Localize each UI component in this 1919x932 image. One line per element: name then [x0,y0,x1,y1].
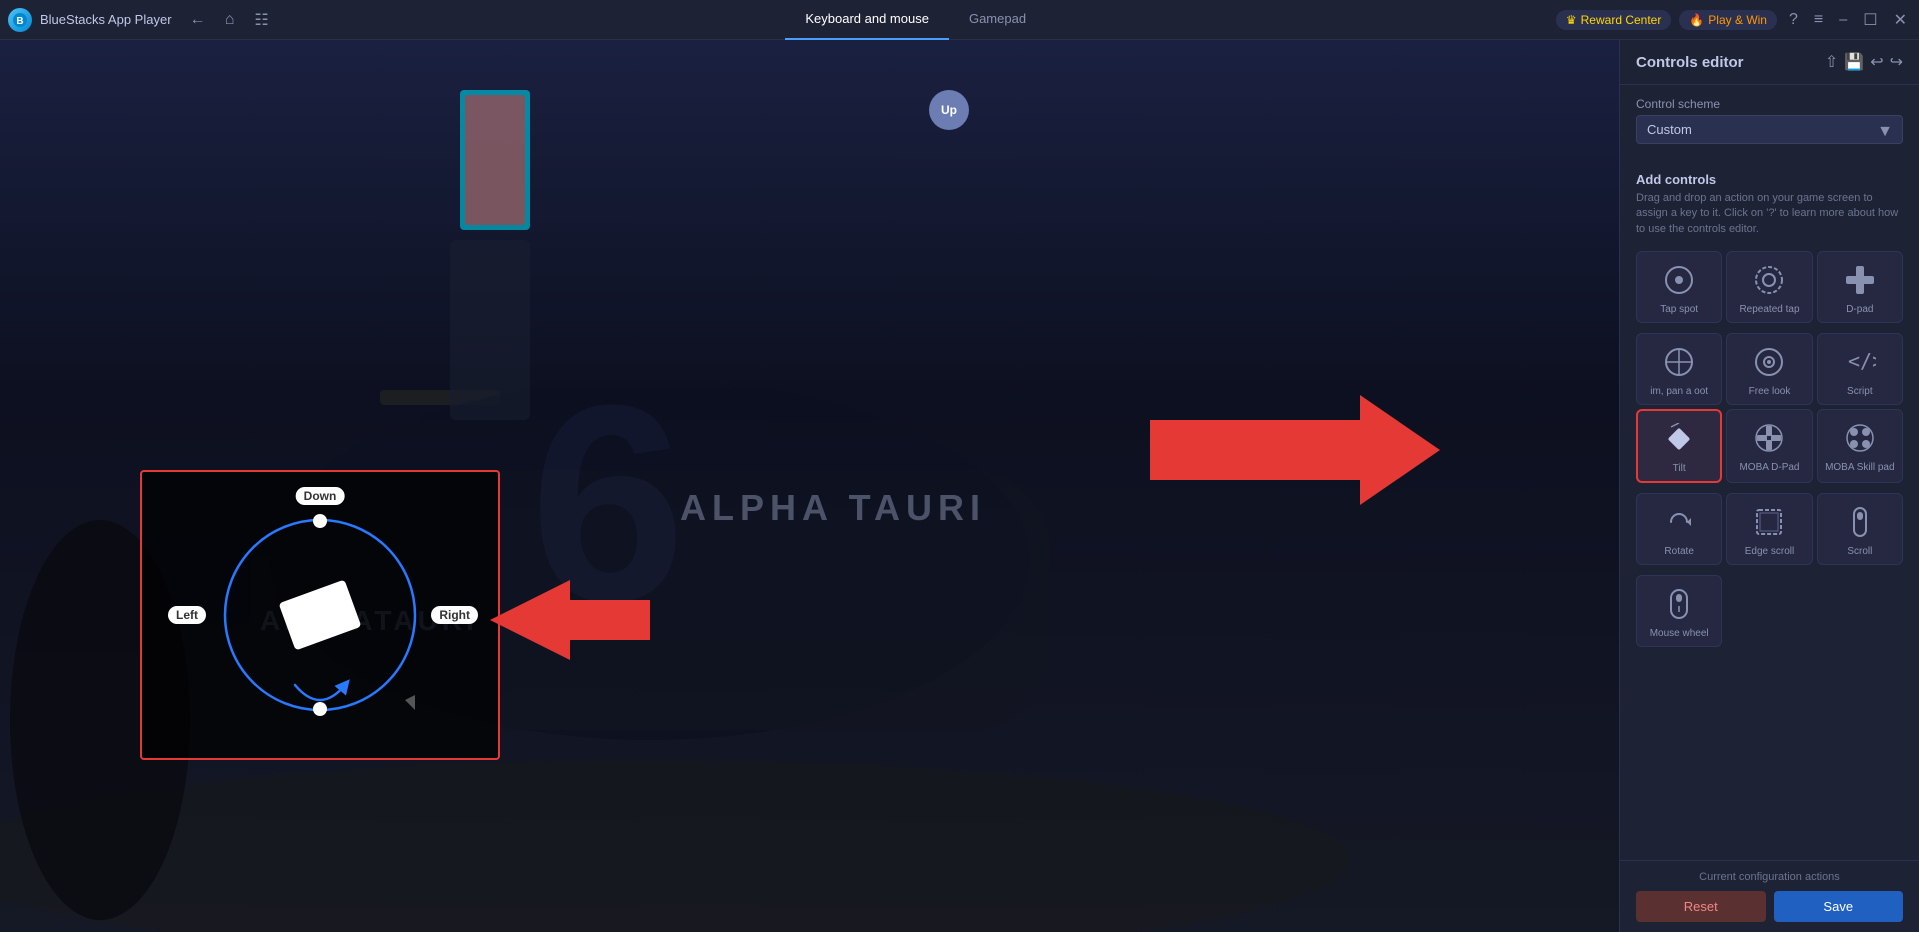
arrow-left [490,580,650,660]
control-item-mouse-wheel[interactable]: Mouse wheel [1636,575,1722,647]
panel-footer: Current configuration actions Reset Save [1620,860,1919,932]
add-controls-title: Add controls [1636,172,1903,187]
controls-panel: Controls editor ⇧ 💾 ↩ ↪ Control scheme C… [1619,40,1919,932]
tilt-label-right: Right [431,606,478,624]
save-button[interactable]: Save [1774,891,1904,922]
controls-grid-row3: Tilt MOBA D-Pad [1636,409,1903,483]
tab-keyboard[interactable]: Keyboard and mouse [785,0,949,40]
bluestacks-logo: B [8,8,32,32]
reward-center-button[interactable]: ♛ Reward Center [1556,10,1671,30]
moba-dpad-label: MOBA D-Pad [1739,462,1799,474]
free-look-icon [1751,344,1787,380]
svg-text:ALPHA TAURI: ALPHA TAURI [680,487,986,528]
help-icon[interactable]: ? [1785,7,1802,33]
svg-text:B: B [16,16,23,27]
rotate-label: Rotate [1664,546,1693,558]
tilt-label-down: Down [296,487,345,505]
footer-buttons: Reset Save [1636,891,1903,922]
mouse-wheel-label: Mouse wheel [1650,628,1709,640]
moba-skill-icon [1842,420,1878,456]
up-button[interactable]: Up [929,90,969,130]
tilt-control-overlay[interactable]: Down Left Right [140,470,500,760]
moba-dpad-icon [1751,420,1787,456]
right-controls: ♛ Reward Center 🔥 Play & Win ? ≡ ⎯ ☐ ✕ [1556,6,1911,34]
controls-grid-row1: Tap spot Repeated tap [1636,251,1903,323]
tilt-label-left: Left [168,606,206,624]
moba-skill-label: MOBA Skill pad [1825,462,1894,474]
tilt-svg [210,505,430,725]
control-item-tilt[interactable]: Tilt [1636,409,1722,483]
control-item-script[interactable]: </> Script [1817,333,1903,405]
arrow-right [1150,395,1440,505]
control-item-edge-scroll[interactable]: Edge scroll [1726,493,1812,565]
upload-icon[interactable]: ⇧ [1825,52,1838,72]
crown-icon: ♛ [1566,13,1577,27]
scroll-icon [1842,504,1878,540]
rotate-icon [1661,504,1697,540]
scroll-label: Scroll [1847,546,1872,558]
repeated-tap-icon [1751,262,1787,298]
control-item-moba-skill[interactable]: MOBA Skill pad [1817,409,1903,483]
tilt-label-ctrl: Tilt [1673,463,1686,475]
tap-spot-label: Tap spot [1660,304,1698,316]
aim-label: im, pan a oot [1650,386,1708,398]
back-button[interactable]: ← [184,6,212,34]
d-pad-label: D-pad [1846,304,1873,316]
control-item-scroll[interactable]: Scroll [1817,493,1903,565]
close-icon[interactable]: ✕ [1890,6,1911,34]
script-icon: </> [1842,344,1878,380]
reset-button[interactable]: Reset [1636,891,1766,922]
tab-area: Keyboard and mouse Gamepad [284,0,1548,40]
controls-grid-row2: im, pan a oot Free look </> Script [1636,333,1903,405]
free-look-label: Free look [1749,386,1791,398]
tap-spot-icon [1661,262,1697,298]
repeated-tap-label: Repeated tap [1739,304,1799,316]
fire-icon: 🔥 [1689,13,1704,27]
game-area: 6 ALPHA TAURI ALPHATAURI Up [0,40,1619,932]
panel-title: Controls editor [1636,54,1744,71]
mouse-wheel-icon [1661,586,1697,622]
edge-scroll-label: Edge scroll [1745,546,1794,558]
control-scheme-select[interactable]: Custom [1636,115,1903,144]
panel-header: Controls editor ⇧ 💾 ↩ ↪ [1620,40,1919,85]
control-item-aim[interactable]: im, pan a oot [1636,333,1722,405]
tilt-icon [1661,421,1697,457]
controls-grid-row4: Rotate Edge scroll [1636,493,1903,565]
tab-gamepad[interactable]: Gamepad [949,0,1046,40]
aim-icon [1661,344,1697,380]
config-actions-label: Current configuration actions [1636,871,1903,883]
main-content: 6 ALPHA TAURI ALPHATAURI Up [0,40,1919,932]
undo-icon[interactable]: ↩ [1870,52,1883,72]
control-item-rotate[interactable]: Rotate [1636,493,1722,565]
topbar: B BlueStacks App Player ← ⌂ ☷ Keyboard a… [0,0,1919,40]
add-controls-desc: Drag and drop an action on your game scr… [1636,191,1903,237]
control-item-d-pad[interactable]: D-pad [1817,251,1903,323]
control-item-tap-spot[interactable]: Tap spot [1636,251,1722,323]
apps-button[interactable]: ☷ [248,6,276,34]
control-item-moba-dpad[interactable]: MOBA D-Pad [1726,409,1812,483]
svg-text:</>: </> [1848,349,1876,373]
control-item-free-look[interactable]: Free look [1726,333,1812,405]
nav-icons: ← ⌂ ☷ [184,6,276,34]
save-scheme-icon[interactable]: 💾 [1844,52,1864,72]
d-pad-icon [1842,262,1878,298]
minimize-icon[interactable]: ⎯ [1835,7,1851,33]
app-title: BlueStacks App Player [40,12,172,27]
home-button[interactable]: ⌂ [216,6,244,34]
redo-icon[interactable]: ↪ [1890,52,1903,72]
edge-scroll-icon [1751,504,1787,540]
script-label: Script [1847,386,1873,398]
panel-header-icons: ⇧ 💾 ↩ ↪ [1825,52,1903,72]
panel-body: Control scheme Custom ▼ Add controls Dra… [1620,85,1919,860]
tilt-circle: Down Left Right [210,505,430,725]
menu-icon[interactable]: ≡ [1810,7,1827,33]
controls-grid-row5: Mouse wheel [1636,575,1903,647]
control-scheme-label: Control scheme [1636,97,1903,111]
control-item-repeated-tap[interactable]: Repeated tap [1726,251,1812,323]
maximize-icon[interactable]: ☐ [1859,6,1881,34]
play-win-button[interactable]: 🔥 Play & Win [1679,10,1777,30]
